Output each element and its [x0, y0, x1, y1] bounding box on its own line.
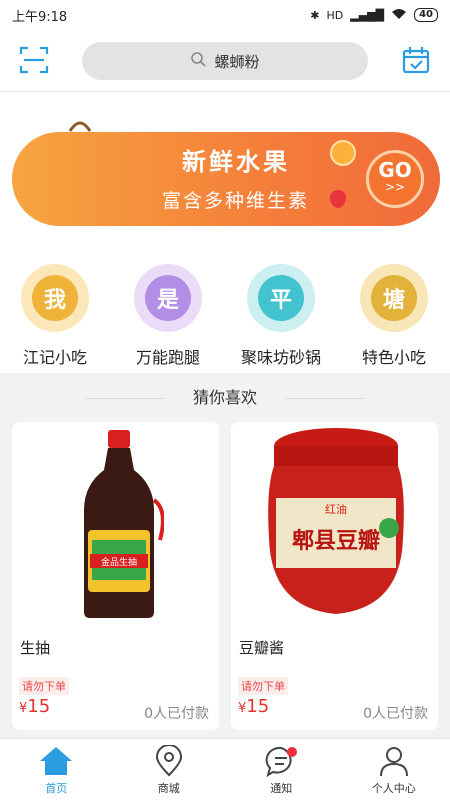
category-circle: 是 — [134, 264, 202, 332]
search-bar[interactable]: 螺蛳粉 — [82, 42, 368, 80]
status-time: 上午9:18 — [12, 6, 67, 25]
go-button[interactable]: GO >> — [366, 150, 424, 208]
bean-paste-jar-image: 红油 郫县豆瓣 — [261, 428, 411, 622]
svg-text:郫县豆瓣: 郫县豆瓣 — [292, 528, 380, 554]
search-text: 螺蛳粉 — [214, 51, 259, 72]
notification-badge — [287, 747, 297, 757]
map-pin-icon — [113, 743, 226, 779]
section-title: 猜你喜欢 — [0, 380, 450, 416]
product-name: 豆瓣酱 — [239, 637, 284, 658]
signal-icon: ▂▄▆█ — [350, 9, 384, 22]
product-price: ¥15 — [238, 696, 269, 717]
category-circle: 我 — [21, 264, 89, 332]
category-label: 聚味坊砂锅 — [231, 344, 331, 368]
calendar-icon[interactable] — [400, 44, 432, 76]
tab-mall[interactable]: 商城 — [113, 739, 226, 801]
category-circle: 塘 — [360, 264, 428, 332]
product-card[interactable]: 红油 郫县豆瓣 豆瓣酱 请勿下单 ¥15 0人已付款 — [231, 422, 438, 730]
status-bar: 上午9:18 ✱ HD ▂▄▆█ 40 — [0, 0, 450, 30]
product-tag: 请勿下单 — [238, 677, 288, 695]
category-label: 江记小吃 — [5, 344, 105, 368]
network-label: HD — [326, 9, 343, 22]
battery-indicator: 40 — [414, 8, 438, 22]
category-char: 平 — [258, 275, 304, 321]
category-item[interactable]: 平 聚味坊砂锅 — [231, 264, 331, 368]
orange-slice-icon — [330, 140, 356, 166]
home-icon — [0, 743, 113, 779]
bottom-tab-bar: 首页 商城 通知 个人中心 — [0, 738, 450, 801]
product-card[interactable]: 金品生抽 生抽 请勿下单 ¥15 0人已付款 — [12, 422, 219, 730]
product-sold-count: 0人已付款 — [363, 703, 428, 723]
tab-label: 通知 — [225, 780, 338, 796]
category-char: 是 — [145, 275, 191, 321]
category-row: 我 江记小吃 是 万能跑腿 平 聚味坊砂锅 塘 特色小吃 — [0, 247, 450, 373]
category-item[interactable]: 是 万能跑腿 — [118, 264, 218, 368]
category-char: 塘 — [371, 275, 417, 321]
tab-profile[interactable]: 个人中心 — [338, 739, 450, 801]
product-sold-count: 0人已付款 — [144, 703, 209, 723]
banner-title: 新鲜水果 — [182, 142, 290, 177]
svg-text:金品生抽: 金品生抽 — [101, 556, 137, 568]
banner-subtitle: 富含多种维生素 — [162, 186, 309, 213]
top-bar: 螺蛳粉 — [0, 30, 450, 92]
tab-home[interactable]: 首页 — [0, 739, 113, 801]
category-item[interactable]: 塘 特色小吃 — [344, 264, 444, 368]
bluetooth-icon: ✱ — [310, 9, 319, 22]
chat-icon — [225, 743, 338, 779]
tab-label: 首页 — [0, 780, 113, 796]
category-label: 特色小吃 — [344, 344, 444, 368]
product-name: 生抽 — [20, 637, 50, 658]
category-char: 我 — [32, 275, 78, 321]
soy-sauce-bottle-image: 金品生抽 — [74, 430, 164, 624]
banner-area: 新鲜水果 富含多种维生素 GO >> — [0, 92, 450, 247]
scan-icon[interactable] — [18, 44, 50, 76]
wifi-icon — [391, 8, 407, 23]
tab-label: 个人中心 — [338, 780, 450, 796]
category-circle: 平 — [247, 264, 315, 332]
search-icon — [190, 51, 206, 71]
category-label: 万能跑腿 — [118, 344, 218, 368]
person-icon — [338, 743, 450, 779]
tab-label: 商城 — [113, 780, 226, 796]
tab-notice[interactable]: 通知 — [225, 739, 338, 801]
go-label: GO — [369, 160, 421, 180]
go-arrow: >> — [369, 180, 421, 194]
product-tag: 请勿下单 — [19, 677, 69, 695]
product-price: ¥15 — [19, 696, 50, 717]
strawberry-icon — [330, 190, 346, 208]
promo-banner[interactable]: 新鲜水果 富含多种维生素 GO >> — [12, 132, 440, 226]
status-icons: ✱ HD ▂▄▆█ 40 — [310, 8, 438, 23]
svg-text:红油: 红油 — [325, 502, 347, 516]
category-item[interactable]: 我 江记小吃 — [5, 264, 105, 368]
